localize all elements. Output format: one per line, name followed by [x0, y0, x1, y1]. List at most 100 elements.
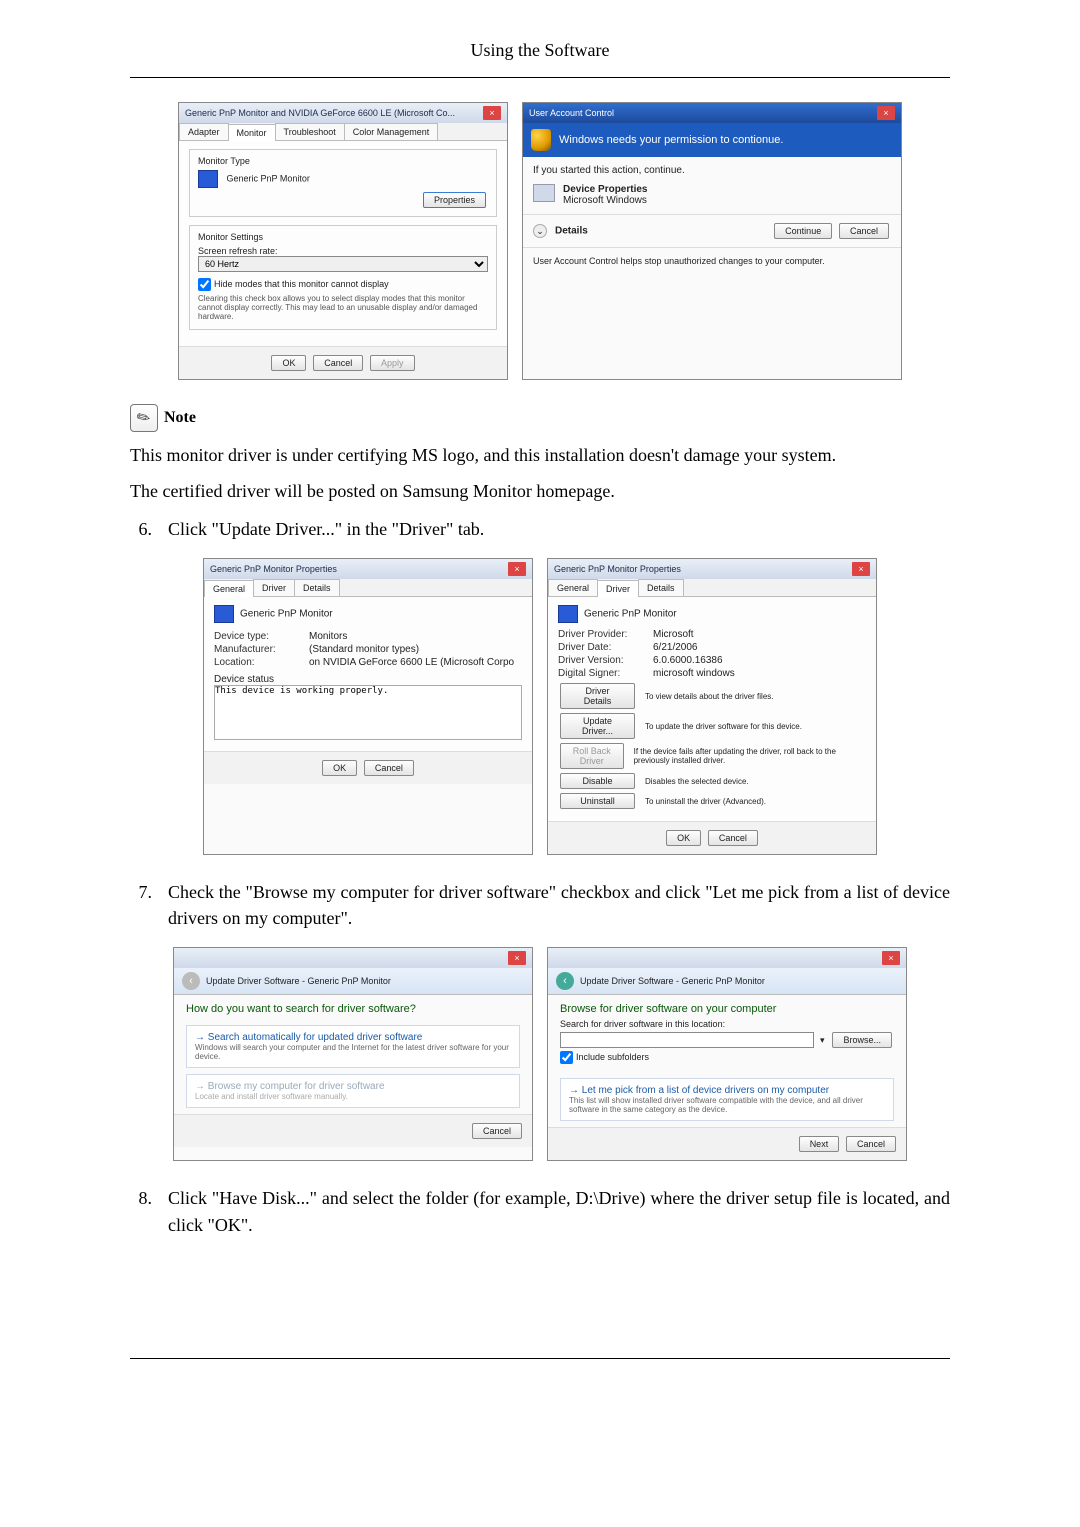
uac-dialog: User Account Control × Windows needs you…	[522, 102, 902, 380]
step-number: 7.	[130, 879, 152, 931]
dialog-title: Generic PnP Monitor and NVIDIA GeForce 6…	[185, 108, 455, 118]
step-text: Click "Update Driver..." in the "Driver"…	[168, 516, 950, 542]
browse-button[interactable]: Browse...	[832, 1032, 892, 1048]
refresh-rate-label: Screen refresh rate:	[198, 246, 488, 256]
close-icon[interactable]: ×	[882, 951, 900, 965]
option-browse-computer-desc: Locate and install driver software manua…	[195, 1092, 511, 1101]
close-icon[interactable]: ×	[877, 106, 895, 120]
note-label: Note	[164, 409, 196, 427]
monitor-icon	[214, 605, 234, 623]
screenshot-row-2: Generic PnP Monitor Properties × General…	[130, 558, 950, 855]
refresh-rate-select[interactable]: 60 Hertz	[198, 256, 488, 272]
tab-general[interactable]: General	[548, 579, 598, 596]
uac-item-publisher: Microsoft Windows	[563, 195, 648, 206]
rollback-driver-button[interactable]: Roll Back Driver	[560, 743, 624, 769]
back-icon[interactable]: ‹	[556, 972, 574, 990]
cancel-button[interactable]: Cancel	[472, 1123, 522, 1139]
step-7: 7. Check the "Browse my computer for dri…	[130, 879, 950, 931]
device-type-value: Monitors	[309, 631, 347, 642]
digital-signer-label: Digital Signer:	[558, 668, 653, 679]
wizard-question: How do you want to search for driver sof…	[174, 995, 532, 1019]
update-driver-button[interactable]: Update Driver...	[560, 713, 635, 739]
cancel-button[interactable]: Cancel	[364, 760, 414, 776]
details-label[interactable]: Details	[555, 226, 588, 237]
cancel-button[interactable]: Cancel	[313, 355, 363, 371]
monitor-type-label: Monitor Type	[198, 156, 488, 166]
search-location-input[interactable]	[560, 1032, 814, 1048]
page-header-title: Using the Software	[0, 40, 1080, 61]
option-search-auto-desc: Windows will search your computer and th…	[195, 1043, 511, 1061]
include-subfolders-label[interactable]: Include subfolders	[560, 1052, 649, 1062]
cancel-button[interactable]: Cancel	[708, 830, 758, 846]
option-browse-computer[interactable]: → Browse my computer for driver software…	[186, 1074, 520, 1108]
step-text: Check the "Browse my computer for driver…	[168, 879, 950, 931]
uninstall-button[interactable]: Uninstall	[560, 793, 635, 809]
continue-button[interactable]: Continue	[774, 223, 832, 239]
step-text: Click "Have Disk..." and select the fold…	[168, 1185, 950, 1237]
step-8: 8. Click "Have Disk..." and select the f…	[130, 1185, 950, 1237]
cancel-button[interactable]: Cancel	[846, 1136, 896, 1152]
close-icon[interactable]: ×	[852, 562, 870, 576]
note-block: ✎ Note	[130, 404, 950, 432]
digital-signer-value: microsoft windows	[653, 668, 735, 679]
step-number: 6.	[130, 516, 152, 542]
update-driver-wizard-browse: × ‹ Update Driver Software - Generic PnP …	[547, 947, 907, 1161]
driver-date-value: 6/21/2006	[653, 642, 698, 653]
wizard-crumb: Update Driver Software - Generic PnP Mon…	[206, 976, 391, 986]
driver-version-value: 6.0.6000.16386	[653, 655, 723, 666]
tab-general[interactable]: General	[204, 580, 254, 597]
device-status-textarea: This device is working properly.	[214, 685, 522, 740]
chevron-down-icon[interactable]: ⌄	[533, 224, 547, 238]
monitor-name: Generic PnP Monitor	[240, 609, 333, 620]
driver-provider-value: Microsoft	[653, 629, 694, 640]
device-status-label: Device status	[214, 674, 522, 685]
screenshot-row-3: × ‹ Update Driver Software - Generic PnP …	[130, 947, 950, 1161]
top-rule	[130, 77, 950, 78]
manufacturer-label: Manufacturer:	[214, 644, 309, 655]
shield-icon	[531, 129, 551, 151]
driver-details-button[interactable]: Driver Details	[560, 683, 635, 709]
close-icon[interactable]: ×	[483, 106, 501, 120]
ok-button[interactable]: OK	[271, 355, 306, 371]
uac-item-title: Device Properties	[563, 184, 648, 195]
step-number: 8.	[130, 1185, 152, 1237]
monitor-properties-general: Generic PnP Monitor Properties × General…	[203, 558, 533, 855]
rollback-driver-desc: If the device fails after updating the d…	[634, 747, 866, 765]
uac-banner-text: Windows needs your permission to contion…	[559, 134, 783, 146]
ok-button[interactable]: OK	[322, 760, 357, 776]
monitor-icon	[558, 605, 578, 623]
ok-button[interactable]: OK	[666, 830, 701, 846]
tab-details[interactable]: Details	[638, 579, 684, 596]
option-search-auto[interactable]: → Search automatically for updated drive…	[186, 1025, 520, 1068]
hide-modes-checkbox[interactable]	[198, 278, 211, 291]
note-paragraph-2: The certified driver will be posted on S…	[130, 478, 950, 504]
tab-details[interactable]: Details	[294, 579, 340, 596]
tab-driver[interactable]: Driver	[253, 579, 295, 596]
disable-button[interactable]: Disable	[560, 773, 635, 789]
close-icon[interactable]: ×	[508, 951, 526, 965]
back-icon[interactable]: ‹	[182, 972, 200, 990]
properties-button[interactable]: Properties	[423, 192, 486, 208]
uac-help-text: User Account Control helps stop unauthor…	[523, 247, 901, 274]
driver-details-desc: To view details about the driver files.	[645, 692, 774, 701]
close-icon[interactable]: ×	[508, 562, 526, 576]
driver-version-label: Driver Version:	[558, 655, 653, 666]
device-type-label: Device type:	[214, 631, 309, 642]
monitor-properties-dialog: Generic PnP Monitor and NVIDIA GeForce 6…	[178, 102, 508, 380]
option-let-me-pick-desc: This list will show installed driver sof…	[569, 1096, 885, 1114]
wizard-crumb: Update Driver Software - Generic PnP Mon…	[580, 976, 765, 986]
uninstall-desc: To uninstall the driver (Advanced).	[645, 797, 766, 806]
hide-modes-checkbox-label[interactable]: Hide modes that this monitor cannot disp…	[198, 279, 389, 289]
cancel-button[interactable]: Cancel	[839, 223, 889, 239]
tab-driver[interactable]: Driver	[597, 580, 639, 597]
tab-adapter[interactable]: Adapter	[179, 123, 229, 140]
tab-monitor[interactable]: Monitor	[228, 124, 276, 141]
monitor-settings-label: Monitor Settings	[198, 232, 488, 242]
apply-button[interactable]: Apply	[370, 355, 415, 371]
option-let-me-pick[interactable]: → Let me pick from a list of device driv…	[560, 1078, 894, 1121]
tab-color-management[interactable]: Color Management	[344, 123, 439, 140]
include-subfolders-checkbox[interactable]	[560, 1051, 573, 1064]
tab-troubleshoot[interactable]: Troubleshoot	[275, 123, 345, 140]
next-button[interactable]: Next	[799, 1136, 840, 1152]
content-area: Generic PnP Monitor and NVIDIA GeForce 6…	[0, 102, 1080, 1238]
